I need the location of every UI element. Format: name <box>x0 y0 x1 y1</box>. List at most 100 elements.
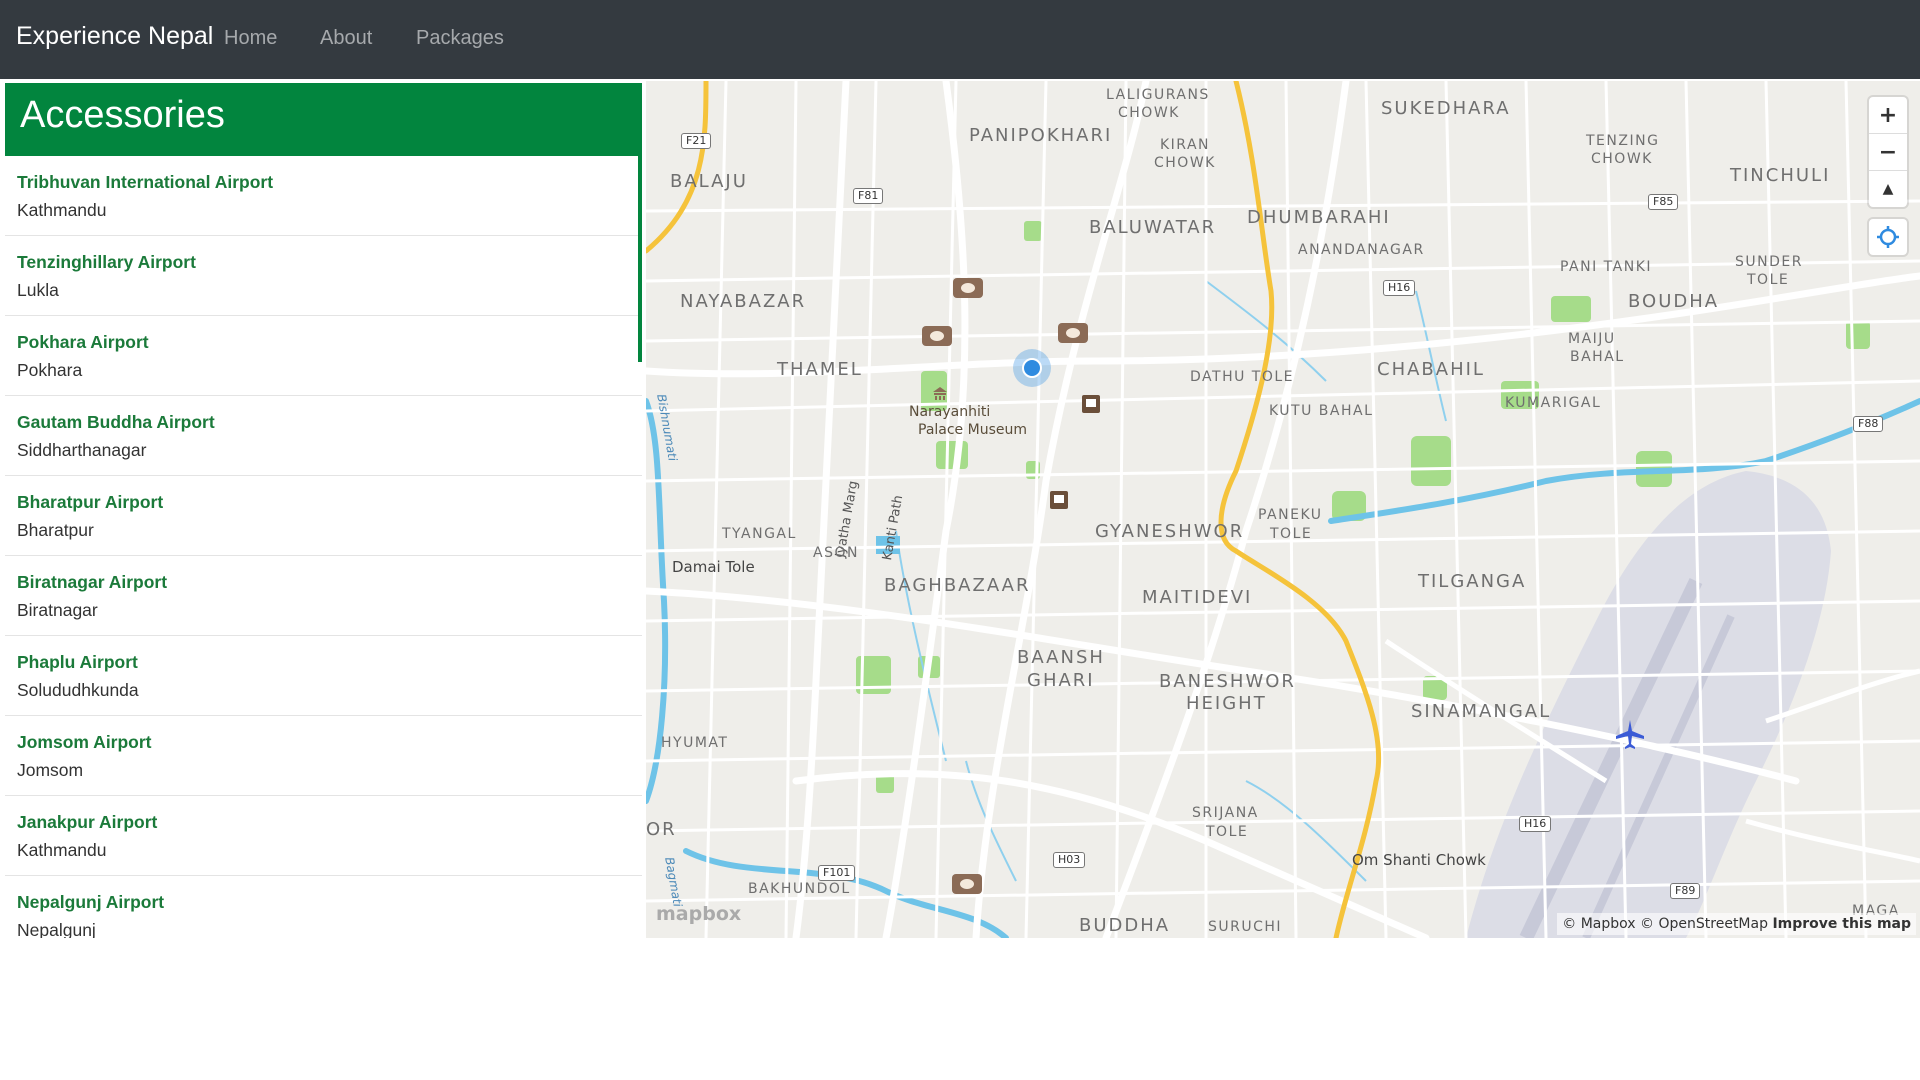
money-exchange-icon[interactable] <box>1058 323 1088 343</box>
list-item[interactable]: Janakpur Airport Kathmandu <box>5 796 642 876</box>
airport-icon[interactable] <box>1613 717 1647 751</box>
list-item[interactable]: Bharatpur Airport Bharatpur <box>5 476 642 556</box>
airport-city: Solududhkunda <box>17 680 139 700</box>
sidebar-title: Accessories <box>20 94 225 136</box>
map-label-bakhundol: BAKHUNDOL <box>748 881 851 897</box>
airport-name[interactable]: Gautam Buddha Airport <box>17 412 215 433</box>
map-label-kumarigal: KUMARIGAL <box>1505 395 1602 411</box>
sidebar-header: Accessories <box>5 83 642 156</box>
map-label-dathutole: DATHU TOLE <box>1190 369 1295 385</box>
map-canvas[interactable]: LALIGURANS CHOWK SUKEDHARA PANIPOKHARI K… <box>646 81 1920 938</box>
geolocate-button[interactable] <box>1869 219 1907 255</box>
list-item[interactable]: Tribhuvan International Airport Kathmand… <box>5 156 642 236</box>
map-label-damaitole: Damai Tole <box>672 558 755 576</box>
map-label-gyaneshwor: GYANESHWOR <box>1095 521 1245 542</box>
map-label-ason: ASON <box>813 545 859 561</box>
nav-about[interactable]: About <box>320 27 372 50</box>
airport-name[interactable]: Jomsom Airport <box>17 732 152 753</box>
map-label-panipokhari: PANIPOKHARI <box>969 125 1113 146</box>
road-shield: F21 <box>681 133 712 149</box>
airport-list: Tribhuvan International Airport Kathmand… <box>5 156 642 938</box>
road-shield: F101 <box>818 865 856 881</box>
map-label-thamel: THAMEL <box>777 359 863 380</box>
bus-stop-icon[interactable] <box>1080 393 1102 415</box>
map-navigation-controls: + − ▲ <box>1869 97 1907 207</box>
road-shield: H03 <box>1053 852 1086 868</box>
money-exchange-icon[interactable] <box>953 278 983 298</box>
nav-home[interactable]: Home <box>224 27 277 50</box>
improve-map-link[interactable]: Improve this map <box>1772 916 1911 932</box>
airport-name[interactable]: Tenzinghillary Airport <box>17 252 196 273</box>
map-label-baneshwor: BANESHWOR <box>1159 671 1296 692</box>
map-label-sinamangal: SINAMANGAL <box>1411 701 1552 722</box>
museum-icon[interactable] <box>932 386 948 402</box>
map-label-hyumat: HYUMAT <box>661 735 729 751</box>
airport-city: Bharatpur <box>17 520 94 540</box>
map-label-narayanhiti: Narayanhiti <box>909 404 991 420</box>
sidebar: Accessories Tribhuvan International Airp… <box>5 83 643 938</box>
list-item[interactable]: Nepalgunj Airport Nepalgunj <box>5 876 642 938</box>
airport-name[interactable]: Tribhuvan International Airport <box>17 172 273 193</box>
airport-name[interactable]: Bharatpur Airport <box>17 492 163 513</box>
map-label-baansh: BAANSH <box>1017 647 1105 668</box>
road-shield: H16 <box>1383 280 1416 296</box>
map-label-anandanagar: ANANDANAGAR <box>1298 242 1425 258</box>
mapbox-logo[interactable]: mapbox <box>656 903 741 925</box>
crosshair-icon <box>1877 226 1899 248</box>
list-item[interactable]: Jomsom Airport Jomsom <box>5 716 642 796</box>
list-item[interactable]: Tenzinghillary Airport Lukla <box>5 236 642 316</box>
airport-city: Biratnagar <box>17 600 98 620</box>
airport-name[interactable]: Nepalgunj Airport <box>17 892 164 913</box>
map-label-balaju: BALAJU <box>670 171 748 192</box>
list-item[interactable]: Gautam Buddha Airport Siddharthanagar <box>5 396 642 476</box>
map-label-nayabazar: NAYABAZAR <box>680 291 807 312</box>
airport-name[interactable]: Biratnagar Airport <box>17 572 167 593</box>
sidebar-scrollbar[interactable] <box>638 83 642 362</box>
road-shield: H16 <box>1519 816 1552 832</box>
road-shield: F88 <box>1853 416 1884 432</box>
money-exchange-icon[interactable] <box>922 326 952 346</box>
zoom-out-button[interactable]: − <box>1869 134 1907 171</box>
road-shield: F85 <box>1648 194 1679 210</box>
list-item[interactable]: Pokhara Airport Pokhara <box>5 316 642 396</box>
map-label-baneshwor-2: HEIGHT <box>1186 693 1267 714</box>
navbar: Experience Nepal Home About Packages <box>0 0 1920 79</box>
nav-packages[interactable]: Packages <box>416 27 504 50</box>
map-label-dhumbarahi: DHUMBARAHI <box>1247 207 1391 228</box>
map-label-maiju: MAIJU <box>1568 331 1616 347</box>
map-label-sunder-2: TOLE <box>1747 272 1790 288</box>
airport-city: Kathmandu <box>17 200 107 220</box>
attribution-mapbox[interactable]: © Mapbox <box>1562 916 1635 932</box>
map-label-baluwatar: BALUWATAR <box>1089 217 1217 238</box>
map-label-kiran: KIRAN <box>1160 137 1211 153</box>
list-item[interactable]: Biratnagar Airport Biratnagar <box>5 556 642 636</box>
bus-stop-icon[interactable] <box>1048 489 1070 511</box>
map-label-paneku-2: TOLE <box>1270 526 1313 542</box>
money-exchange-icon[interactable] <box>952 874 982 894</box>
map-label-kutubahal: KUTU BAHAL <box>1269 403 1374 419</box>
airport-city: Lukla <box>17 280 59 300</box>
road-shield: F81 <box>853 188 884 204</box>
zoom-in-button[interactable]: + <box>1869 97 1907 134</box>
airport-name[interactable]: Janakpur Airport <box>17 812 157 833</box>
map-label-sukedhara: SUKEDHARA <box>1381 98 1511 119</box>
map-label-srijana-2: TOLE <box>1206 824 1249 840</box>
airport-city: Kathmandu <box>17 840 107 860</box>
map-label-maitidevi: MAITIDEVI <box>1142 587 1253 608</box>
compass-button[interactable]: ▲ <box>1869 171 1907 207</box>
map-label-boudha: BOUDHA <box>1628 291 1720 312</box>
map-label-kiran-2: CHOWK <box>1154 155 1216 171</box>
map-label-maiju-2: BAHAL <box>1570 349 1625 365</box>
map-label-panitanki: PANI TANKI <box>1560 259 1652 275</box>
map-label-srijana: SRIJANA <box>1192 805 1259 821</box>
list-item[interactable]: Phaplu Airport Solududhkunda <box>5 636 642 716</box>
map-label-tenzing-2: CHOWK <box>1591 151 1653 167</box>
map-label-narayanhiti-2: Palace Museum <box>918 422 1027 438</box>
airport-city: Pokhara <box>17 360 83 380</box>
attribution-osm[interactable]: © OpenStreetMap <box>1640 916 1768 932</box>
airport-name[interactable]: Phaplu Airport <box>17 652 138 673</box>
road-shield: F89 <box>1670 883 1701 899</box>
brand-logo[interactable]: Experience Nepal <box>16 22 213 51</box>
airport-name[interactable]: Pokhara Airport <box>17 332 149 353</box>
airport-city: Jomsom <box>17 760 84 780</box>
